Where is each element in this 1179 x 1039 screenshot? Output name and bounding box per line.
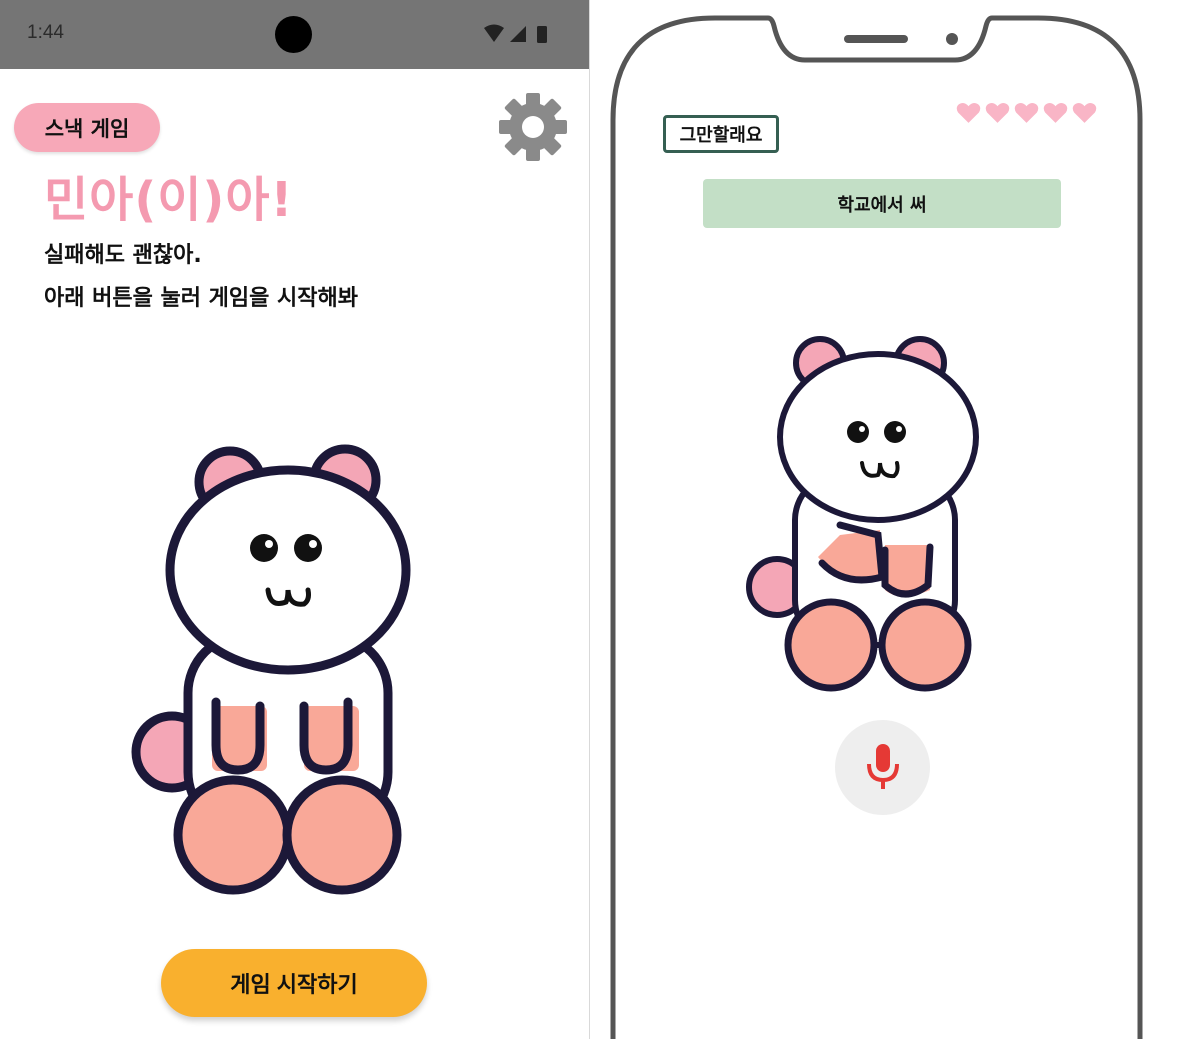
heart-icon [985, 102, 1010, 123]
camera-cutout [275, 16, 312, 53]
battery-icon [537, 26, 547, 43]
system-icons [484, 24, 547, 43]
bear-character-eating [746, 336, 979, 692]
wifi-icon [484, 24, 504, 42]
word-prompt: 학교에서 써 [703, 179, 1061, 228]
lives-indicator [956, 100, 1097, 130]
heart-icon [956, 102, 981, 123]
game-start-screen: 1:44 스낵 게임 민아(이)아! 실패해도 괜찮아. 아래 버튼을 눌러 게… [0, 0, 589, 1039]
encouragement-text: 실패해도 괜찮아. [44, 243, 202, 268]
status-bar: 1:44 [0, 0, 589, 69]
stop-button[interactable]: 그만할래요 [663, 115, 779, 153]
game-category-chip: 스낵 게임 [14, 103, 160, 152]
heart-icon [1043, 102, 1068, 123]
microphone-icon [866, 743, 899, 789]
speaker-slot [844, 35, 908, 43]
signal-icon [510, 26, 526, 42]
front-camera [946, 33, 958, 45]
instruction-text: 아래 버튼을 눌러 게임을 시작해봐 [44, 286, 358, 311]
status-time: 1:44 [27, 22, 64, 43]
heart-icon [1014, 102, 1039, 123]
gear-icon[interactable] [498, 92, 568, 162]
game-play-screen: 그만할래요 학교에서 써 [590, 0, 1179, 1039]
bear-character [131, 444, 411, 895]
microphone-button[interactable] [835, 720, 930, 815]
greeting-title: 민아(이)아! [44, 172, 294, 228]
heart-icon [1072, 102, 1097, 123]
start-game-button[interactable]: 게임 시작하기 [161, 949, 427, 1017]
